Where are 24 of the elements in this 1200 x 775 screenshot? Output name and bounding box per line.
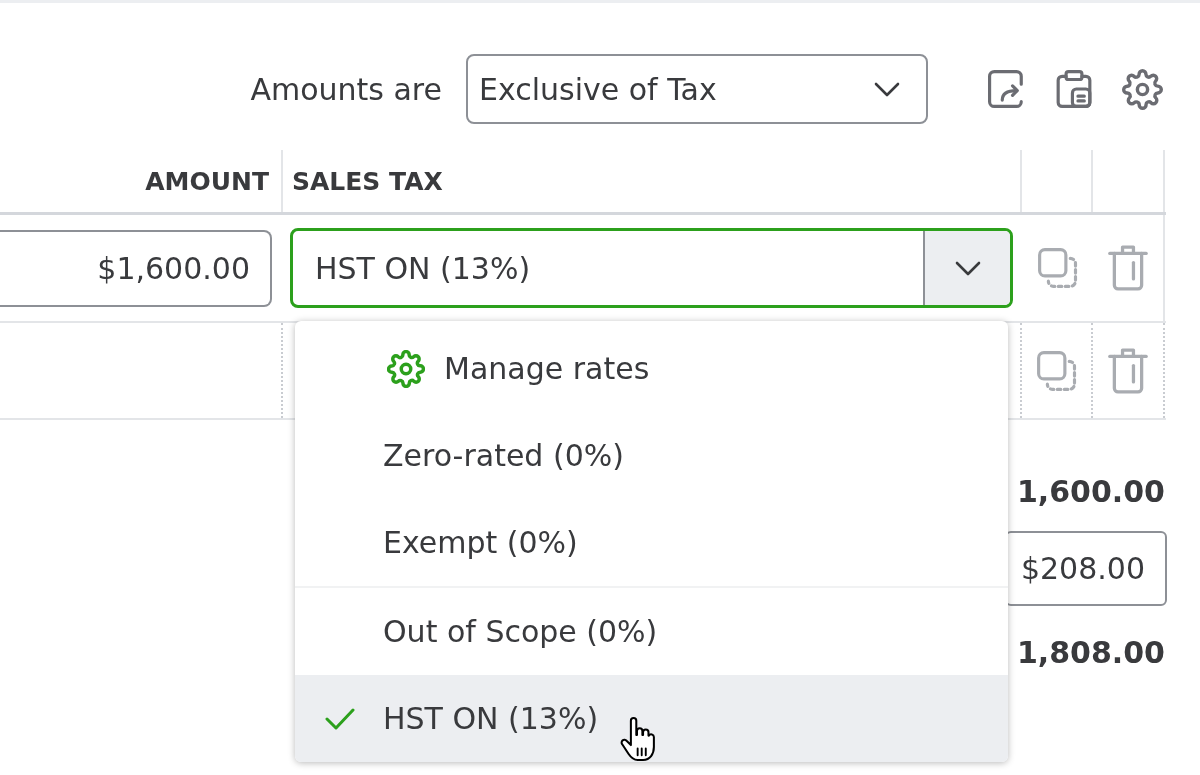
amounts-select[interactable]: Exclusive of Tax [466,54,928,124]
menu-item[interactable]: HST ON (13%) [295,675,1008,762]
total-amount: 1,600.00 [1016,473,1165,511]
copy-icon[interactable] [1035,348,1078,393]
caret-icon [954,260,981,276]
export-icon[interactable] [988,70,1026,108]
clipboard-icon[interactable] [1055,70,1093,108]
copy-icon[interactable] [1036,246,1079,290]
total-amount: 1,808.00 [1016,634,1165,672]
caret-icon [874,81,900,97]
trash-icon[interactable] [1108,346,1148,395]
trash-icon[interactable] [1108,244,1148,292]
amount-field[interactable]: $1,600.00 [0,229,272,307]
check-icon [325,707,355,730]
settings-icon [387,349,425,388]
menu-item[interactable]: Zero-rated (0%) [295,412,1008,499]
sales-tax-select[interactable]: HST ON (13%) [290,228,1013,308]
column-header: SALES TAX [292,166,443,196]
menu-item[interactable]: Manage rates [295,325,1008,412]
hand-cursor-icon [620,716,658,762]
column-header: AMOUNT [145,166,269,196]
dropdown-toggle[interactable] [923,231,1010,305]
amounts-label: Amounts are [250,71,442,107]
settings-icon[interactable] [1122,68,1163,110]
